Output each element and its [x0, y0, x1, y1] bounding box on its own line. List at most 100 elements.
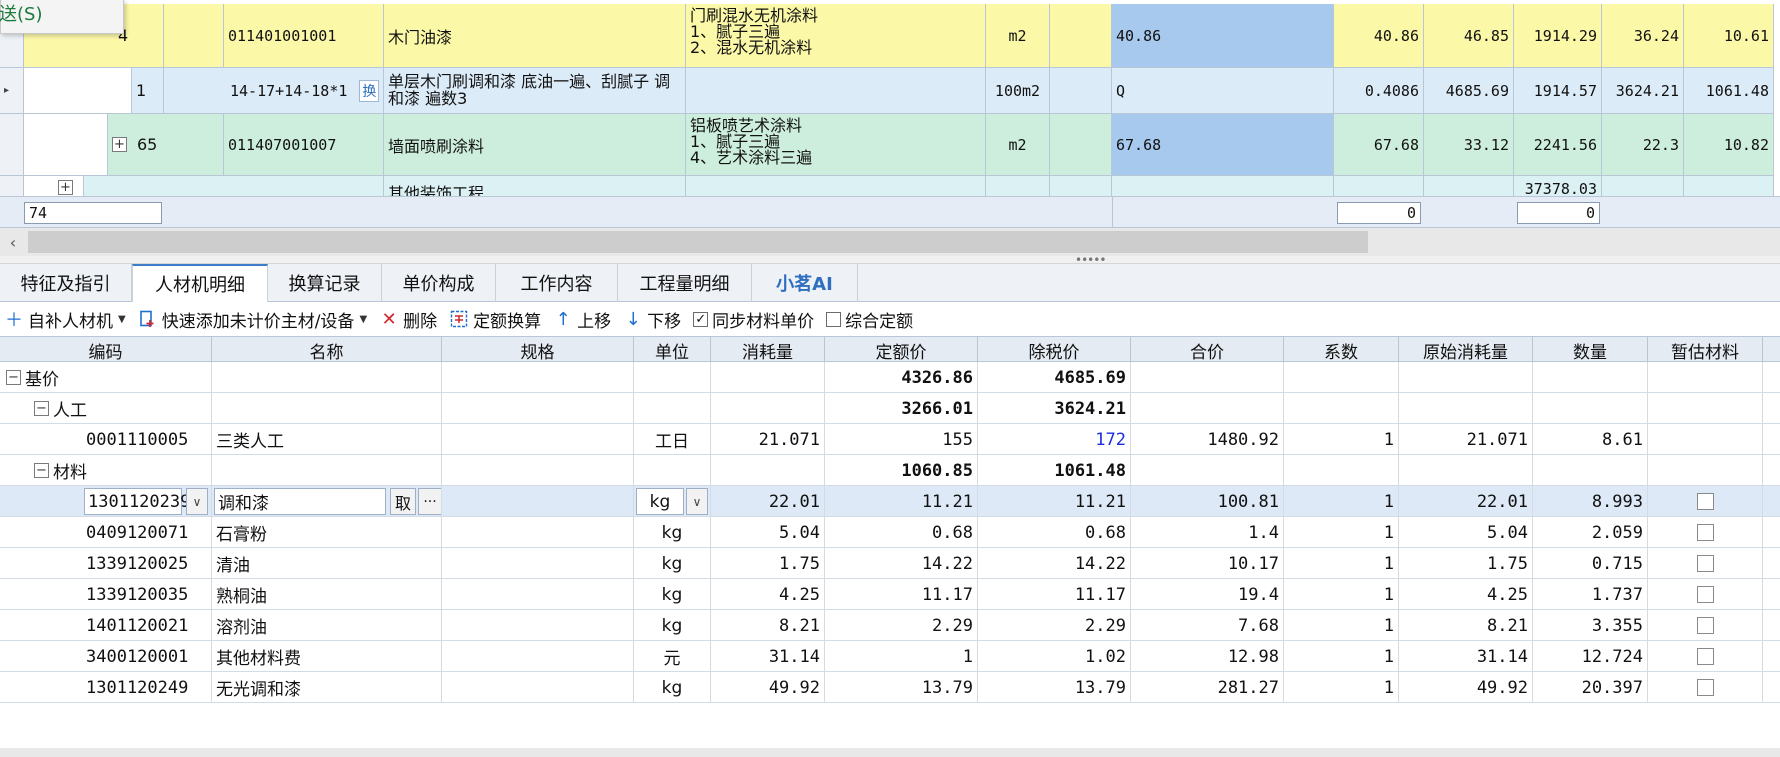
delete-button[interactable]: ✕ 删除: [379, 307, 438, 332]
taxfree-price-cell[interactable]: 2.29: [978, 610, 1131, 641]
name-cell[interactable]: 其他材料费: [212, 641, 442, 672]
provisional-cell[interactable]: [1648, 579, 1763, 610]
consume-cell[interactable]: 49.92: [711, 672, 825, 703]
quota-price-cell[interactable]: 11.21: [825, 486, 978, 517]
take-button[interactable]: 取: [390, 488, 416, 515]
count-box[interactable]: 74: [24, 202, 162, 224]
table-row[interactable]: + 其他装饰工程 37378.03: [0, 176, 1780, 196]
qty-expr-cell[interactable]: [1112, 176, 1334, 196]
checkbox-checked[interactable]: ✓: [693, 311, 709, 327]
name-cell[interactable]: 木门油漆: [384, 4, 686, 68]
qty-expr-cell[interactable]: Q: [1112, 68, 1334, 114]
col-header-unit[interactable]: 单位: [634, 337, 711, 363]
table-row[interactable]: + 65 011407001007 墙面喷刷涂料 铝板喷艺术涂料 1、腻子三遍 …: [0, 114, 1780, 176]
spec-cell[interactable]: [442, 579, 634, 610]
qty-expr-cell[interactable]: 67.68: [1112, 114, 1334, 176]
coef-cell[interactable]: 1: [1284, 610, 1399, 641]
context-menu[interactable]: 送(S): [0, 0, 124, 34]
scrollbar-thumb[interactable]: [28, 231, 1368, 253]
col-header-qty[interactable]: 数量: [1533, 337, 1648, 363]
name-cell[interactable]: 清油: [212, 548, 442, 579]
unit-price-cell[interactable]: 33.12: [1424, 114, 1514, 176]
unit-cell[interactable]: kg: [634, 672, 711, 703]
name-cell[interactable]: 三类人工: [212, 424, 442, 455]
col-header-total[interactable]: 合价: [1131, 337, 1284, 363]
seq-cell[interactable]: +: [24, 176, 84, 196]
labor-cell[interactable]: [1602, 176, 1684, 196]
code-cell[interactable]: 1301120249: [0, 672, 212, 703]
quota-price-cell[interactable]: 13.79: [825, 672, 978, 703]
unit-cell[interactable]: [986, 176, 1050, 196]
feature-cell[interactable]: 门刷混水无机涂料 1、腻子三遍 2、混水无机涂料: [686, 4, 986, 68]
tab-features[interactable]: 特征及指引: [0, 264, 132, 302]
taxfree-price-cell[interactable]: 172: [978, 424, 1131, 455]
more-button[interactable]: ···: [418, 488, 441, 515]
tab-price-composition[interactable]: 单价构成: [382, 264, 496, 302]
provisional-cell[interactable]: [1648, 641, 1763, 672]
move-up-button[interactable]: ↑ 上移: [553, 307, 612, 332]
pane-splitter[interactable]: •••••: [0, 254, 1780, 266]
provisional-checkbox[interactable]: [1696, 617, 1714, 634]
provisional-checkbox[interactable]: [1696, 524, 1714, 541]
consume-cell[interactable]: 5.04: [711, 517, 825, 548]
group-row[interactable]: − 基价 4326.86 4685.69: [0, 362, 1780, 393]
unit-cell[interactable]: 工日: [634, 424, 711, 455]
swap-badge-icon[interactable]: 换: [359, 79, 380, 102]
name-cell[interactable]: 熟桐油: [212, 579, 442, 610]
taxfree-price-cell[interactable]: 13.79: [978, 672, 1131, 703]
table-row[interactable]: 4 011401001001 木门油漆 门刷混水无机涂料 1、腻子三遍 2、混水…: [0, 4, 1780, 68]
provisional-cell[interactable]: [1648, 486, 1763, 517]
taxfree-price-cell[interactable]: 1.02: [978, 641, 1131, 672]
code-cell[interactable]: 14-17+14-18*1 换: [164, 68, 384, 114]
material-cell[interactable]: 10.61: [1684, 4, 1774, 68]
feature-cell[interactable]: [686, 176, 986, 196]
labor-cell[interactable]: 36.24: [1602, 4, 1684, 68]
provisional-checkbox[interactable]: [1696, 648, 1714, 665]
qty-cell[interactable]: 0.4086: [1334, 68, 1424, 114]
table-row[interactable]: 3400120001 其他材料费元 31.14 1 1.02 12.98 1 31.14 12.…: [0, 641, 1780, 672]
name-input[interactable]: 调和漆: [214, 488, 386, 515]
row-indicator[interactable]: [0, 114, 24, 176]
col-header-provisional[interactable]: 暂估材料: [1648, 337, 1763, 363]
expand-icon[interactable]: +: [112, 137, 127, 152]
caret-down-icon[interactable]: ▼: [118, 314, 126, 325]
unit-cell[interactable]: m2: [986, 4, 1050, 68]
row-indicator[interactable]: [0, 176, 24, 196]
group-label-cell[interactable]: − 基价: [0, 362, 212, 393]
summary-value-box[interactable]: 0: [1337, 202, 1421, 224]
provisional-checkbox[interactable]: [1696, 679, 1714, 696]
code-cell[interactable]: 1401120021: [0, 610, 212, 641]
collapse-icon[interactable]: −: [34, 463, 49, 478]
unit-price-cell[interactable]: 4685.69: [1424, 68, 1514, 114]
checkbox-unchecked[interactable]: [826, 311, 842, 327]
group-row[interactable]: − 人工 3266.01 3624.21: [0, 393, 1780, 424]
provisional-checkbox[interactable]: [1696, 586, 1714, 603]
table-row[interactable]: 1339120035 熟桐油 kg 4.25 11.17 11.17 19.4 1 4.25 1.…: [0, 579, 1780, 610]
feature-cell[interactable]: 铝板喷艺术涂料 1、腻子三遍 4、艺术涂料三遍: [686, 114, 986, 176]
material-cell[interactable]: 10.82: [1684, 114, 1774, 176]
quota-price-cell[interactable]: 11.17: [825, 579, 978, 610]
sync-price-checkbox[interactable]: ✓ 同步材料单价: [693, 307, 814, 332]
table-row[interactable]: 1301120249 无光调和漆 kg 49.92 13.79 13.79 281.27 1 4…: [0, 672, 1780, 703]
total-cell[interactable]: 2241.56: [1514, 114, 1602, 176]
qty-cell[interactable]: 67.68: [1334, 114, 1424, 176]
tab-quantity-detail[interactable]: 工程量明细: [618, 264, 752, 302]
consume-cell[interactable]: 22.01: [711, 486, 825, 517]
unit-cell[interactable]: 元: [634, 641, 711, 672]
quota-price-cell[interactable]: 2.29: [825, 610, 978, 641]
unit-cell[interactable]: kg: [634, 579, 711, 610]
consume-cell[interactable]: 1.75: [711, 548, 825, 579]
total-cell[interactable]: 1914.29: [1514, 4, 1602, 68]
col-header-coef[interactable]: 系数: [1284, 337, 1399, 363]
scroll-left-icon[interactable]: ‹: [0, 228, 26, 256]
code-cell[interactable]: 1301120239 ∨: [0, 486, 212, 517]
provisional-cell[interactable]: [1648, 517, 1763, 548]
quota-price-cell[interactable]: 1: [825, 641, 978, 672]
unit-cell[interactable]: kg: [634, 548, 711, 579]
name-cell[interactable]: 无光调和漆: [212, 672, 442, 703]
name-cell[interactable]: 墙面喷刷涂料: [384, 114, 686, 176]
chevron-down-icon[interactable]: ∨: [186, 488, 208, 515]
taxfree-price-cell[interactable]: 14.22: [978, 548, 1131, 579]
group-row[interactable]: − 材料 1060.85 1061.48: [0, 455, 1780, 486]
coef-cell[interactable]: 1: [1284, 579, 1399, 610]
